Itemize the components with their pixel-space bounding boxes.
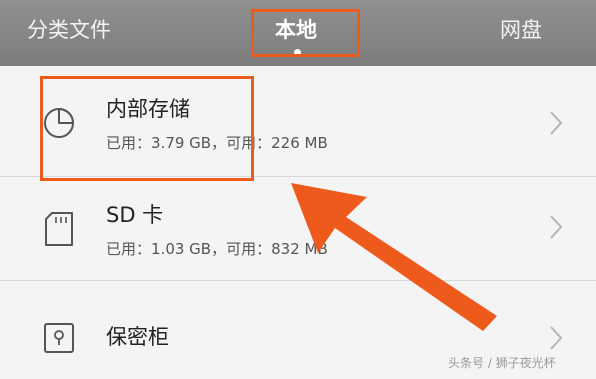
watermark: 头条号 / 狮子夜光杯: [448, 356, 556, 370]
annotation-arrow: [291, 183, 497, 331]
